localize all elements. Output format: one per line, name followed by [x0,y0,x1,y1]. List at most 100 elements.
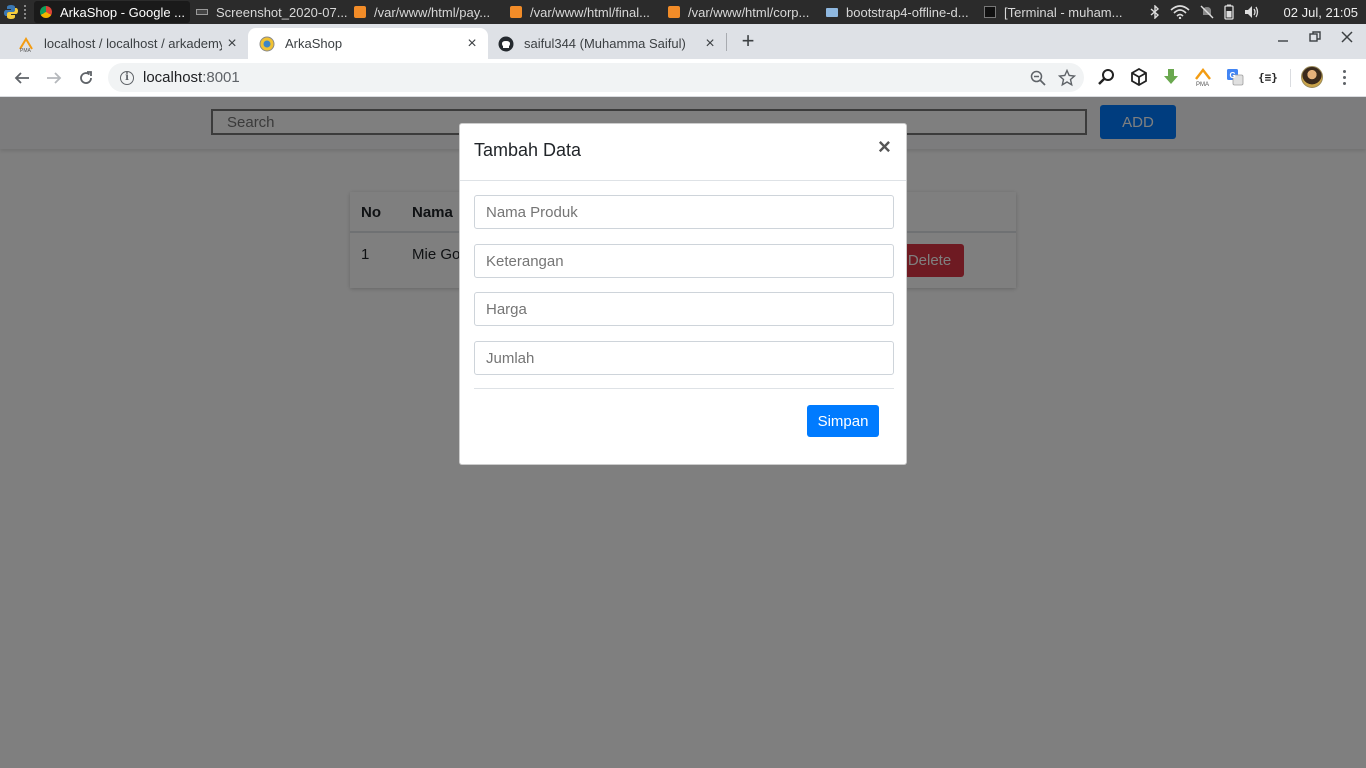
inspect-extension-icon [1098,69,1114,85]
url-port: :8001 [202,69,240,86]
extension-translate-button[interactable]: G [1225,67,1245,87]
restore-button[interactable] [1303,30,1327,46]
site-info-icon[interactable]: i [120,70,134,85]
url-host: localhost [143,69,203,86]
restore-icon [1309,31,1321,42]
taskbar-task-terminal[interactable]: [Terminal - muham... [978,1,1138,23]
terminal-icon [984,6,996,18]
json-viewer-extension-icon: {≡} [1258,71,1277,84]
taskbar-task-screenshot[interactable]: Screenshot_2020-07... [190,1,348,23]
wifi-icon[interactable] [1170,5,1190,19]
zoom-icon[interactable] [1030,70,1046,86]
taskbar-task-label: /var/www/html/final... [530,4,650,20]
browser-tab-strip: PMA localhost / localhost / arkademy × A… [0,24,1366,59]
harga-field[interactable] [474,292,894,326]
taskbar-task-files[interactable]: bootstrap4-offline-d... [820,1,978,23]
extension-pma-button[interactable]: PMA [1193,67,1213,87]
tab-arkashop[interactable]: ArkaShop × [248,28,488,59]
new-tab-button[interactable]: + [736,30,760,52]
sublime-icon [354,6,366,18]
sublime-icon [668,6,680,18]
taskbar-task-label: Screenshot_2020-07... [216,4,348,20]
back-button[interactable] [10,66,34,90]
nama-produk-field[interactable] [474,195,894,229]
taskbar-task-label: ArkaShop - Google ... [60,4,186,20]
forward-button[interactable] [42,66,66,90]
arkashop-favicon-icon [259,36,275,51]
taskbar-task-label: bootstrap4-offline-d... [846,4,969,20]
forward-arrow-icon [47,72,62,84]
simpan-button[interactable]: Simpan [807,405,879,437]
tab-title: ArkaShop [285,36,343,51]
cube-extension-icon [1131,68,1147,86]
taskbar-task-sublime-3[interactable]: /var/www/html/corp... [662,1,820,23]
url-text: localhost:8001 [143,69,240,86]
svg-text:{≡}: {≡} [1258,71,1277,84]
phpmyadmin-extension-icon: PMA [1195,68,1211,87]
toolbar-separator [1290,69,1291,87]
back-arrow-icon [14,72,29,84]
folder-icon [826,7,838,17]
minimize-icon [1278,40,1288,42]
image-viewer-icon [196,9,208,15]
tab-title: localhost / localhost / arkademy [44,36,222,51]
menu-dot [1342,75,1346,79]
extension-inspect-button[interactable] [1097,67,1117,87]
extension-json-button[interactable]: {≡} [1257,67,1277,87]
os-taskbar: ArkaShop - Google ... Screenshot_2020-07… [0,0,1366,24]
jumlah-field[interactable] [474,341,894,375]
address-bar-actions [1030,63,1084,92]
clock[interactable]: 02 Jul, 21:05 [1284,5,1358,20]
taskbar-task-chrome[interactable]: ArkaShop - Google ... [34,1,190,23]
modal-divider [474,388,894,389]
battery-icon[interactable] [1223,4,1234,20]
tab-close-icon[interactable]: × [222,35,242,53]
modal-header: Tambah Data × [460,124,906,181]
page-viewport: ADD No Nama 1 Mie Go Delete Tambah Data … [0,97,1366,768]
tab-title: saiful344 (Muhamma Saiful) [524,36,686,51]
phpmyadmin-icon: PMA [19,36,33,52]
tab-phpmyadmin[interactable]: PMA localhost / localhost / arkademy × [0,28,248,59]
notifications-muted-icon[interactable] [1200,5,1214,19]
modal-title: Tambah Data [474,140,582,160]
close-window-button[interactable] [1335,30,1359,46]
minimize-button[interactable] [1271,30,1295,46]
download-extension-icon [1164,69,1178,84]
reload-icon [80,71,92,84]
taskbar-grip [24,5,30,19]
taskbar-task-sublime-2[interactable]: /var/www/html/final... [504,1,662,23]
translate-extension-icon: G [1227,69,1244,86]
browser-menu-button[interactable] [1336,67,1352,87]
taskbar-task-label: /var/www/html/pay... [374,4,491,20]
bluetooth-icon[interactable] [1150,5,1160,19]
bookmark-star-icon[interactable] [1058,68,1076,87]
volume-icon[interactable] [1244,5,1260,19]
close-icon [1341,31,1353,43]
system-tray: 02 Jul, 21:05 [1150,0,1366,24]
tab-close-icon[interactable]: × [462,35,482,53]
svg-text:PMA: PMA [20,48,32,52]
github-icon [498,36,514,51]
sublime-icon [510,6,522,18]
python-launcher-icon[interactable] [0,0,22,24]
profile-avatar[interactable] [1301,66,1323,88]
taskbar-task-label: /var/www/html/corp... [688,4,810,20]
tab-close-icon[interactable]: × [700,35,720,53]
address-bar[interactable]: i localhost:8001 [108,63,1084,92]
tab-github[interactable]: saiful344 (Muhamma Saiful) × [488,28,726,59]
extension-cube-button[interactable] [1129,67,1149,87]
add-data-modal: Tambah Data × Simpan [459,123,907,465]
modal-close-button[interactable]: × [878,136,891,158]
reload-button[interactable] [74,66,98,90]
extension-download-button[interactable] [1161,67,1181,87]
taskbar-task-sublime-1[interactable]: /var/www/html/pay... [348,1,504,23]
keterangan-field[interactable] [474,244,894,278]
taskbar-task-label: [Terminal - muham... [1004,4,1123,20]
browser-toolbar: i localhost:8001 PMA G {≡} [0,59,1366,97]
svg-text:G: G [1230,71,1236,80]
svg-text:PMA: PMA [1196,82,1209,87]
chrome-icon [40,6,52,18]
menu-dot [1342,81,1346,85]
menu-dot [1342,69,1346,73]
tab-separator [726,33,727,51]
